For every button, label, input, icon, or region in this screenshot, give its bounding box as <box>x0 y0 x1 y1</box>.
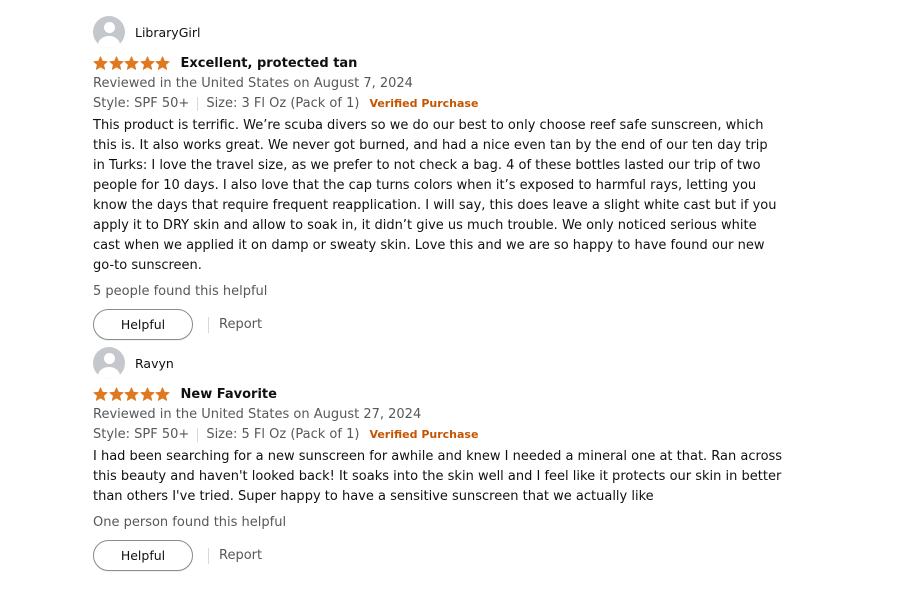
size-link[interactable]: Size: 3 Fl Oz (Pack of 1) <box>206 95 359 113</box>
star-icon <box>139 55 155 71</box>
product-format: Style: SPF 50+ Size: 5 Fl Oz (Pack of 1)… <box>93 426 783 444</box>
review-body: I had been searching for a new sunscreen… <box>93 449 783 504</box>
divider <box>197 97 199 111</box>
review-actions: Helpful Report <box>93 540 783 571</box>
divider <box>208 316 209 333</box>
star-rating[interactable] <box>93 386 171 402</box>
rating-title-row: Excellent, protected tan <box>93 54 783 72</box>
review-card: LibraryGirl Excellent, protected tan Rev… <box>93 16 783 340</box>
product-format: Style: SPF 50+ Size: 3 Fl Oz (Pack of 1)… <box>93 95 783 113</box>
review-date: Reviewed in the United States on August … <box>93 407 422 422</box>
star-icon <box>93 55 108 71</box>
star-icon <box>124 386 139 402</box>
style-link[interactable]: Style: SPF 50+ <box>93 95 189 113</box>
size-link[interactable]: Size: 5 Fl Oz (Pack of 1) <box>206 426 359 444</box>
verified-purchase-badge: Verified Purchase <box>369 97 479 110</box>
review-title[interactable]: New Favorite <box>181 387 277 402</box>
user-avatar-icon <box>93 347 125 379</box>
report-link[interactable]: Report <box>219 548 262 563</box>
helpful-button[interactable]: Helpful <box>93 309 193 340</box>
verified-purchase-badge: Verified Purchase <box>369 428 479 441</box>
reviewer-profile[interactable]: LibraryGirl <box>93 16 783 48</box>
review-card: Ravyn New Favorite Reviewed in the Unite… <box>93 347 783 571</box>
review-body: This product is terrific. We’re scuba di… <box>93 118 777 273</box>
helpful-button[interactable]: Helpful <box>93 540 193 571</box>
report-link[interactable]: Report <box>219 317 262 332</box>
divider <box>197 428 199 442</box>
rating-title-row: New Favorite <box>93 385 783 403</box>
reviewer-name[interactable]: Ravyn <box>135 356 174 371</box>
divider <box>208 547 209 564</box>
star-rating[interactable] <box>93 55 171 71</box>
star-icon <box>155 55 170 71</box>
review-actions: Helpful Report <box>93 309 783 340</box>
helpful-count: One person found this helpful <box>93 515 287 530</box>
star-icon <box>124 55 139 71</box>
reviewer-name[interactable]: LibraryGirl <box>135 25 200 40</box>
review-title[interactable]: Excellent, protected tan <box>181 56 358 71</box>
helpful-count: 5 people found this helpful <box>93 284 268 299</box>
star-icon <box>108 386 124 402</box>
star-icon <box>139 386 155 402</box>
style-link[interactable]: Style: SPF 50+ <box>93 426 189 444</box>
review-date: Reviewed in the United States on August … <box>93 76 413 91</box>
star-icon <box>108 55 124 71</box>
star-icon <box>93 386 108 402</box>
star-icon <box>155 386 170 402</box>
reviewer-profile[interactable]: Ravyn <box>93 347 783 379</box>
user-avatar-icon <box>93 16 125 48</box>
